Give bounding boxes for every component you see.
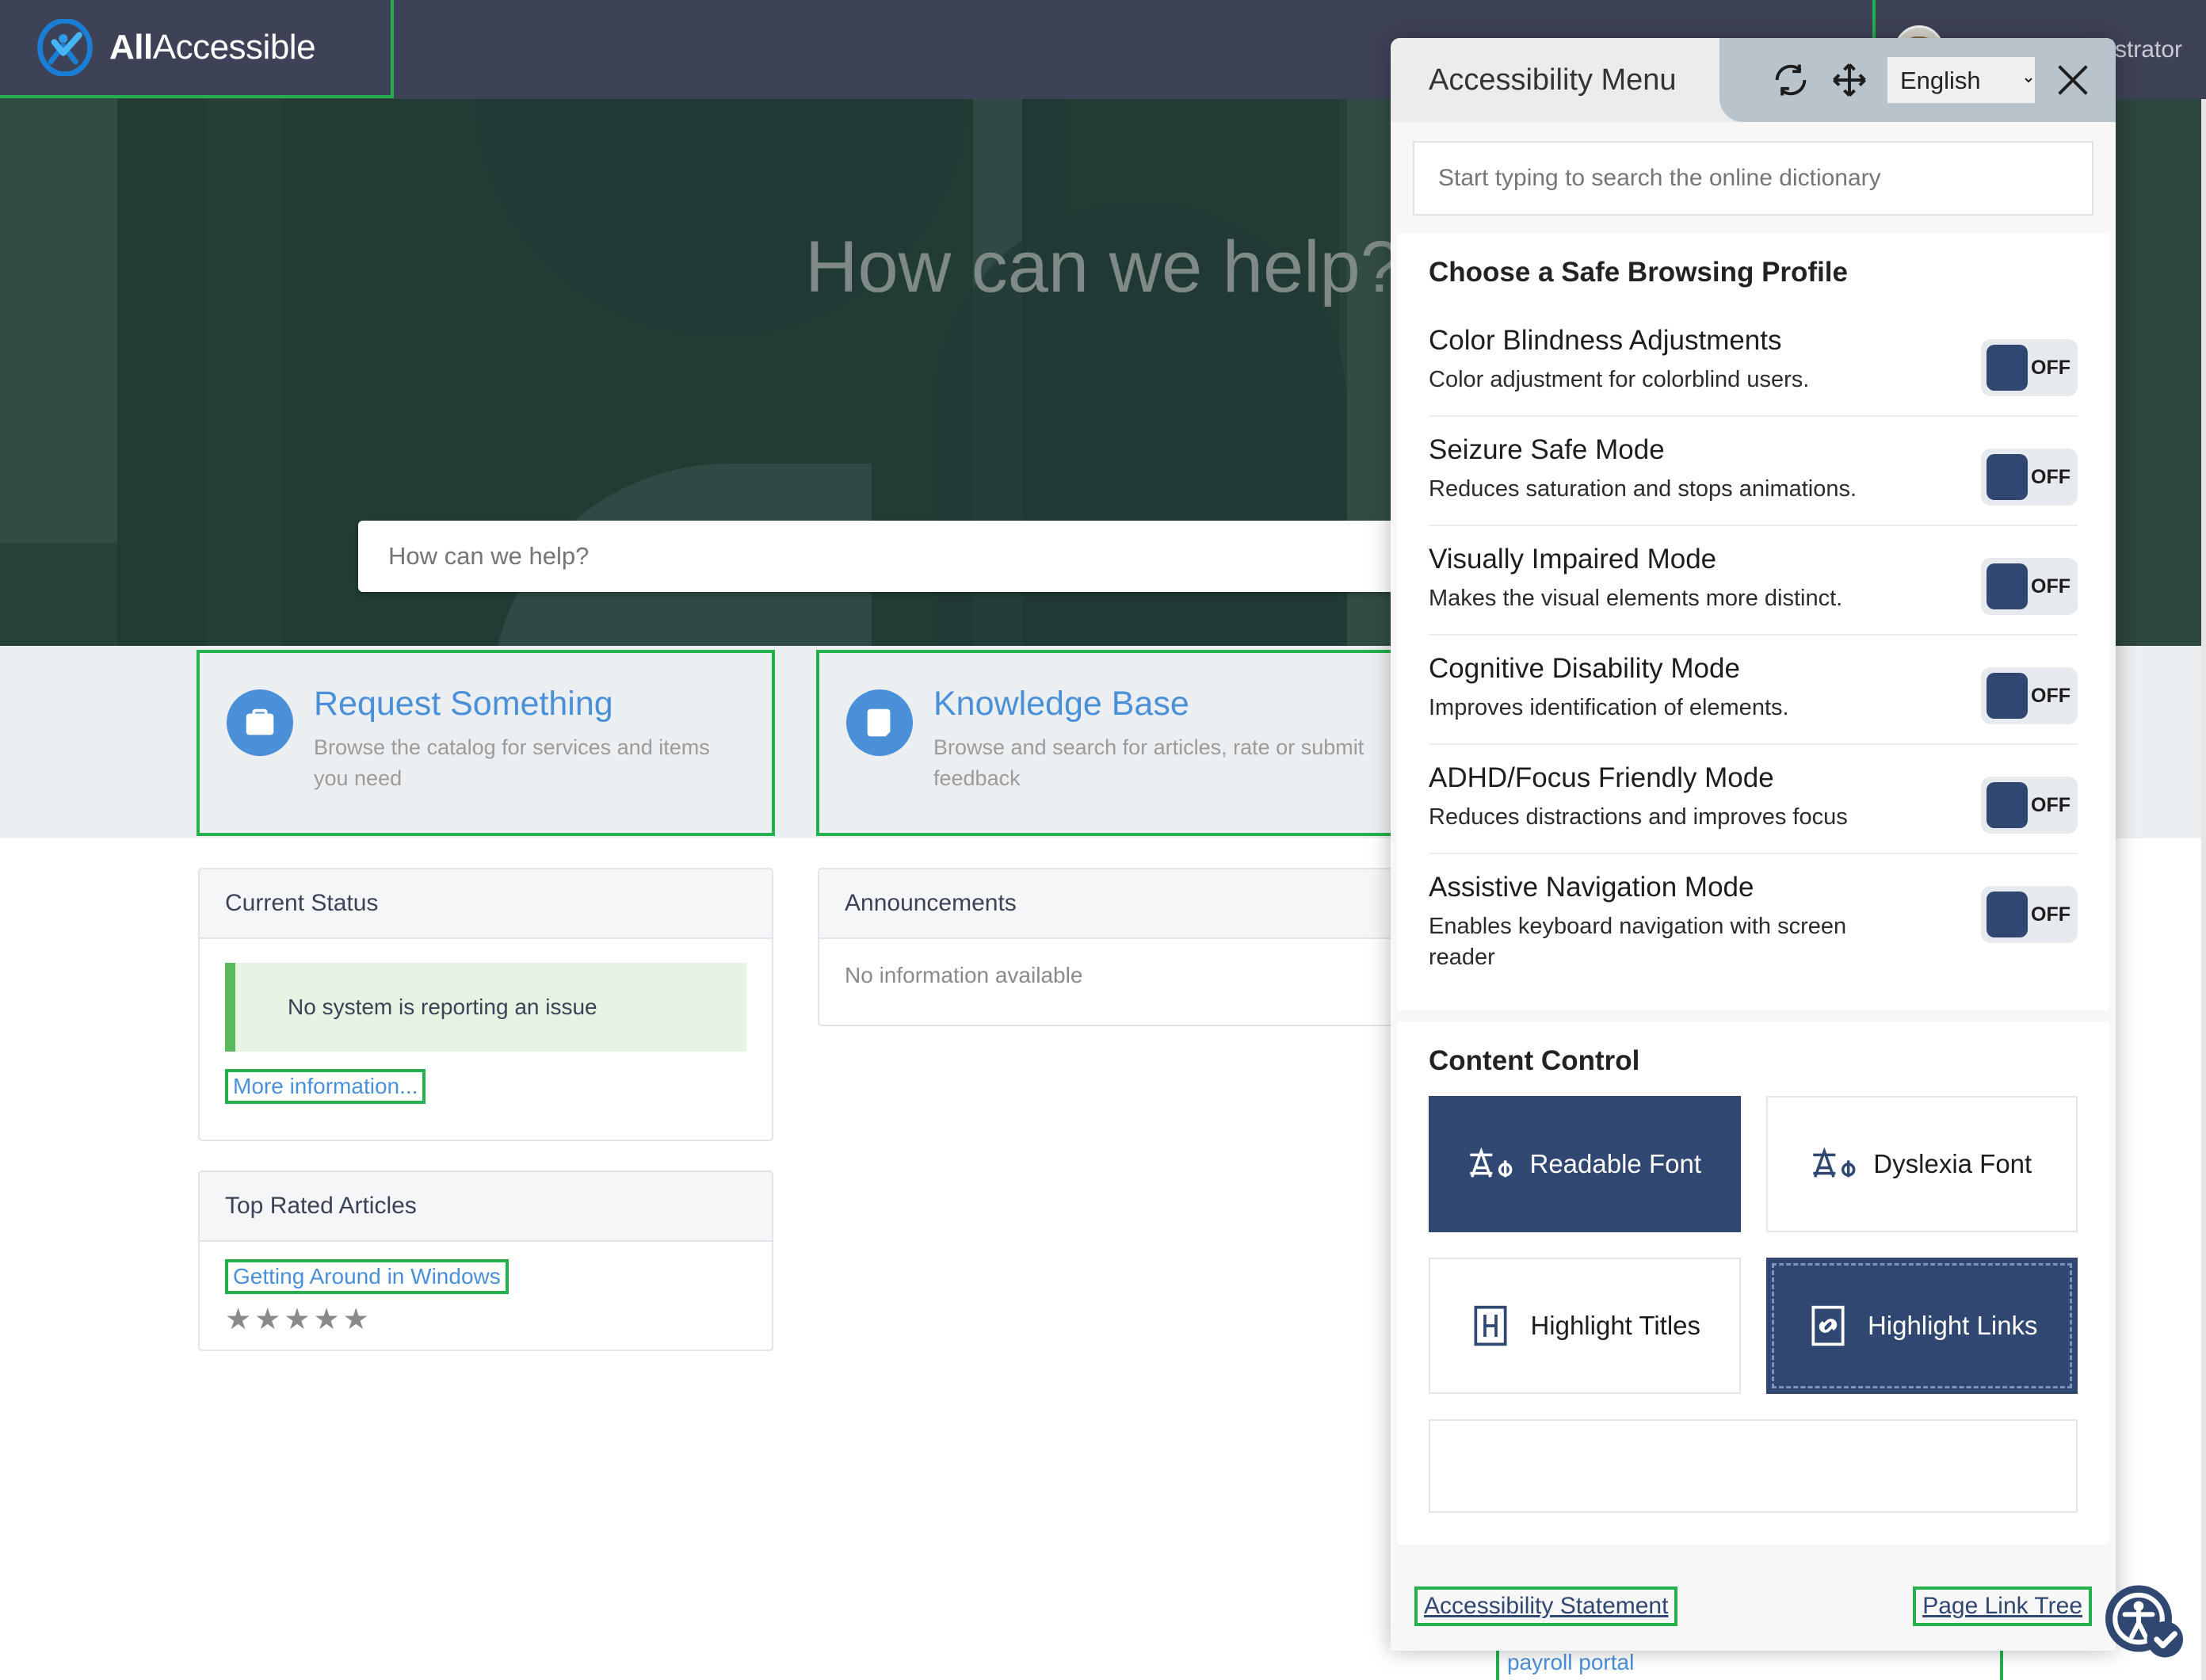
content-tile-label: Dyslexia Font (1873, 1148, 2032, 1178)
toggle-knob (1987, 454, 2028, 500)
safe-browsing-profiles-section: Choose a Safe Browsing Profile Color Bli… (1397, 233, 2109, 1010)
panel-heading: Current Status (200, 869, 772, 939)
book-icon (846, 689, 913, 756)
toggle-state-label: OFF (2031, 465, 2071, 488)
briefcase-icon (227, 689, 293, 756)
close-x-icon[interactable] (2052, 59, 2093, 101)
page-scrollbar[interactable] (2201, 99, 2206, 1680)
card-description: Browse and search for articles, rate or … (933, 735, 1364, 790)
profile-title: Seizure Safe Mode (1429, 434, 1665, 465)
profile-row-assistive-navigation[interactable]: Assistive Navigation Mode Enables keyboa… (1429, 854, 2078, 993)
toggle-knob (1987, 563, 2028, 609)
language-select[interactable]: English (1887, 57, 2035, 103)
toggle-cognitive-disability[interactable]: OFF (1981, 667, 2078, 724)
rating-stars: ★★★★★ (225, 1303, 372, 1335)
profile-description: Reduces distractions and improves focus (1429, 804, 1848, 830)
panel-top-rated-articles: Top Rated Articles Getting Around in Win… (198, 1170, 773, 1351)
content-tile-readable-font[interactable]: Readable Font (1429, 1095, 1741, 1232)
profile-description: Enables keyboard navigation with screen … (1429, 914, 1847, 971)
accessibility-menu-toolbar: English (1719, 38, 2116, 122)
profile-description: Makes the visual elements more distinct. (1429, 586, 1843, 612)
content-tile-partial[interactable] (1429, 1418, 2078, 1513)
panel-current-status: Current Status No system is reporting an… (198, 868, 773, 1141)
profile-description: Color adjustment for colorblind users. (1429, 367, 1810, 393)
profile-row-cognitive-disability[interactable]: Cognitive Disability Mode Improves ident… (1429, 636, 2078, 745)
dictionary-search-box[interactable] (1413, 141, 2093, 216)
profile-row-visually-impaired[interactable]: Visually Impaired Mode Makes the visual … (1429, 526, 2078, 636)
heading-h-icon (1474, 1305, 1507, 1346)
accessibility-statement-link[interactable]: Accessibility Statement (1414, 1586, 1678, 1626)
font-aa-icon (1469, 1146, 1512, 1178)
toggle-knob (1987, 782, 2028, 828)
card-knowledge-base[interactable]: Knowledge Base Browse and search for art… (816, 650, 1395, 836)
content-tile-dyslexia-font[interactable]: Dyslexia Font (1765, 1095, 2078, 1232)
status-banner: No system is reporting an issue (225, 963, 746, 1052)
profiles-heading: Choose a Safe Browsing Profile (1429, 257, 1848, 288)
card-description: Browse the catalog for services and item… (314, 735, 710, 790)
content-control-heading: Content Control (1429, 1044, 1640, 1076)
toggle-state-label: OFF (2031, 575, 2071, 598)
toggle-knob (1987, 673, 2028, 719)
toggle-seizure-safe[interactable]: OFF (1981, 449, 2078, 506)
brand-wordmark: AllAccessible (109, 28, 316, 67)
panel-heading: Top Rated Articles (200, 1172, 772, 1242)
profile-title: Cognitive Disability Mode (1429, 653, 1740, 684)
more-information-link[interactable]: More information... (225, 1069, 426, 1104)
toggle-state-label: OFF (2031, 356, 2071, 379)
toggle-knob (1987, 892, 2028, 937)
brand-name-light: Accessible (152, 28, 316, 67)
card-title: Request Something (314, 685, 613, 723)
profile-row-adhd-focus[interactable]: ADHD/Focus Friendly Mode Reduces distrac… (1429, 745, 2078, 854)
content-tile-label: Readable Font (1529, 1148, 1701, 1178)
accessibility-menu-panel: Accessibility Menu English Start typing … (1391, 38, 2116, 1651)
content-tile-label: Highlight Titles (1530, 1310, 1701, 1340)
move-arrows-icon[interactable] (1829, 59, 1870, 101)
accessibility-menu-title: Accessibility Menu (1429, 63, 1677, 97)
toggle-color-blindness[interactable]: OFF (1981, 339, 2078, 396)
accessibility-check-icon[interactable] (2100, 1577, 2189, 1666)
profile-description: Reduces saturation and stops animations. (1429, 476, 1857, 502)
dictionary-search-area (1391, 122, 2116, 233)
dictionary-search-input[interactable] (1438, 165, 2068, 192)
brand-name-bold: All (109, 28, 153, 67)
content-tile-highlight-links[interactable]: Highlight Links (1765, 1257, 2078, 1394)
toggle-state-label: OFF (2031, 793, 2071, 816)
link-chain-icon (1811, 1305, 1845, 1346)
page-link-tree-link[interactable]: Page Link Tree (1913, 1586, 2092, 1626)
profile-description: Improves identification of elements. (1429, 695, 1789, 721)
profile-title: Color Blindness Adjustments (1429, 325, 1782, 356)
card-request-something[interactable]: Request Something Browse the catalog for… (197, 650, 775, 836)
accessibility-menu-footer: Accessibility Statement Page Link Tree (1391, 1562, 2116, 1651)
content-control-section: Content Control Readable Font Dyslexia F… (1397, 1021, 2109, 1544)
card-title: Knowledge Base (933, 685, 1189, 723)
profile-title: Visually Impaired Mode (1429, 544, 1717, 575)
toggle-state-label: OFF (2031, 684, 2071, 707)
payroll-portal-link[interactable]: payroll portal (1496, 1647, 2003, 1680)
content-tile-highlight-titles[interactable]: Highlight Titles (1429, 1257, 1741, 1394)
brand-logo-link[interactable]: AllAccessible (0, 0, 394, 98)
content-tile-label: Highlight Links (1867, 1310, 2038, 1340)
profile-title: Assistive Navigation Mode (1429, 872, 1754, 903)
profile-row-color-blindness[interactable]: Color Blindness Adjustments Color adjust… (1429, 307, 2078, 417)
toggle-adhd-focus[interactable]: OFF (1981, 777, 2078, 834)
accessibility-menu-header: Accessibility Menu English (1391, 38, 2116, 122)
toggle-visually-impaired[interactable]: OFF (1981, 558, 2078, 615)
accessible-person-circle-icon (37, 19, 93, 76)
font-aa-icon (1813, 1146, 1856, 1178)
top-rated-article-link[interactable]: Getting Around in Windows (225, 1259, 509, 1294)
profile-row-seizure-safe[interactable]: Seizure Safe Mode Reduces saturation and… (1429, 417, 2078, 526)
profile-title: ADHD/Focus Friendly Mode (1429, 762, 1774, 793)
toggle-knob (1987, 345, 2028, 391)
toggle-state-label: OFF (2031, 903, 2071, 926)
refresh-icon[interactable] (1770, 59, 1811, 101)
toggle-assistive-navigation[interactable]: OFF (1981, 886, 2078, 943)
